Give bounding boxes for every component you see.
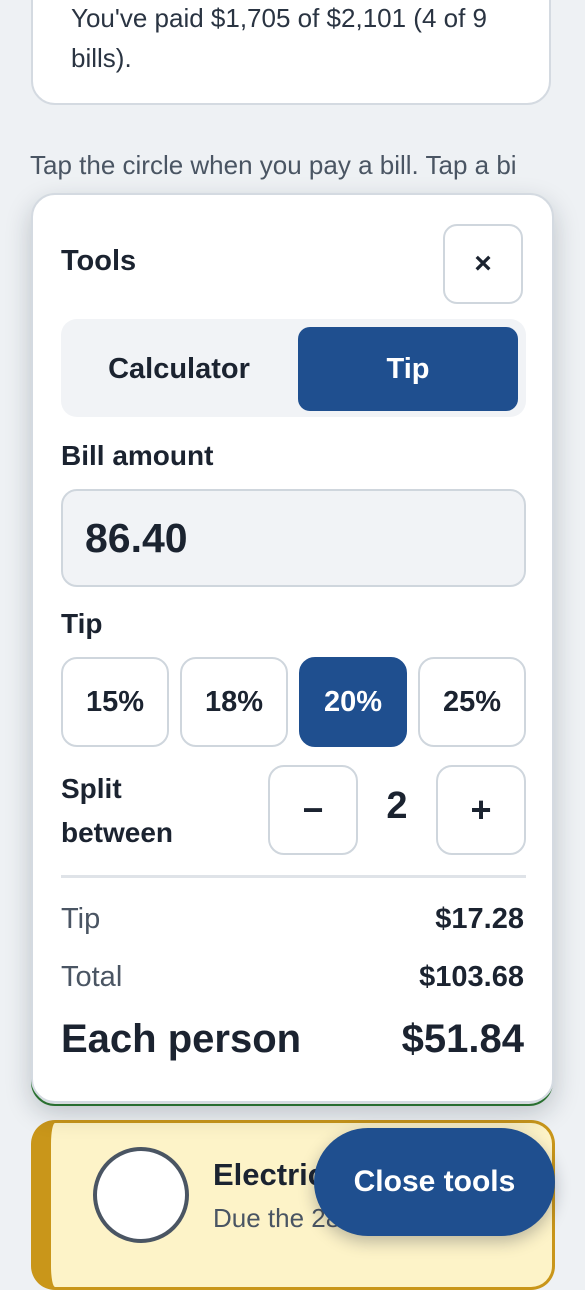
tip-label: Tip — [61, 608, 103, 639]
split-between-label: Split between — [61, 773, 174, 848]
pay-circle-toggle[interactable] — [93, 1147, 189, 1243]
hint-text: Tap the circle when you pay a bill. Tap … — [30, 150, 517, 180]
split-increase-button[interactable]: + — [436, 765, 526, 855]
panel-title: Tools — [61, 245, 137, 277]
tip-option-25[interactable]: 25% — [418, 657, 526, 747]
tip-result-value: $17.28 — [435, 903, 524, 935]
each-person-label: Each person — [61, 1017, 302, 1061]
tab-calculator[interactable]: Calculator — [69, 327, 289, 411]
split-decrease-button[interactable]: − — [268, 765, 358, 855]
payment-summary-card: You've paid $1,705 of $2,101 (4 of 9 bil… — [31, 0, 551, 105]
bill-amount-label: Bill amount — [61, 440, 214, 471]
each-person-value: $51.84 — [401, 1017, 524, 1061]
tip-result-label: Tip — [61, 903, 101, 935]
close-tools-button[interactable]: Close tools — [314, 1128, 555, 1236]
payment-summary-text: You've paid $1,705 of $2,101 (4 of 9 bil… — [71, 3, 488, 73]
tip-option-20[interactable]: 20% — [299, 657, 407, 747]
total-label: Total — [61, 961, 123, 993]
divider — [61, 875, 526, 878]
tip-option-15[interactable]: 15% — [61, 657, 169, 747]
tool-tabs: Calculator Tip — [61, 319, 526, 417]
close-icon[interactable]: × — [443, 224, 523, 304]
total-value: $103.68 — [419, 961, 524, 993]
tools-panel: Tools × Calculator Tip Bill amount 86.40… — [31, 193, 554, 1103]
bill-amount-input[interactable]: 86.40 — [61, 489, 526, 587]
split-count: 2 — [386, 785, 408, 827]
bill-name: Electric — [213, 1157, 326, 1192]
tab-tip[interactable]: Tip — [298, 327, 518, 411]
tip-option-18[interactable]: 18% — [180, 657, 288, 747]
